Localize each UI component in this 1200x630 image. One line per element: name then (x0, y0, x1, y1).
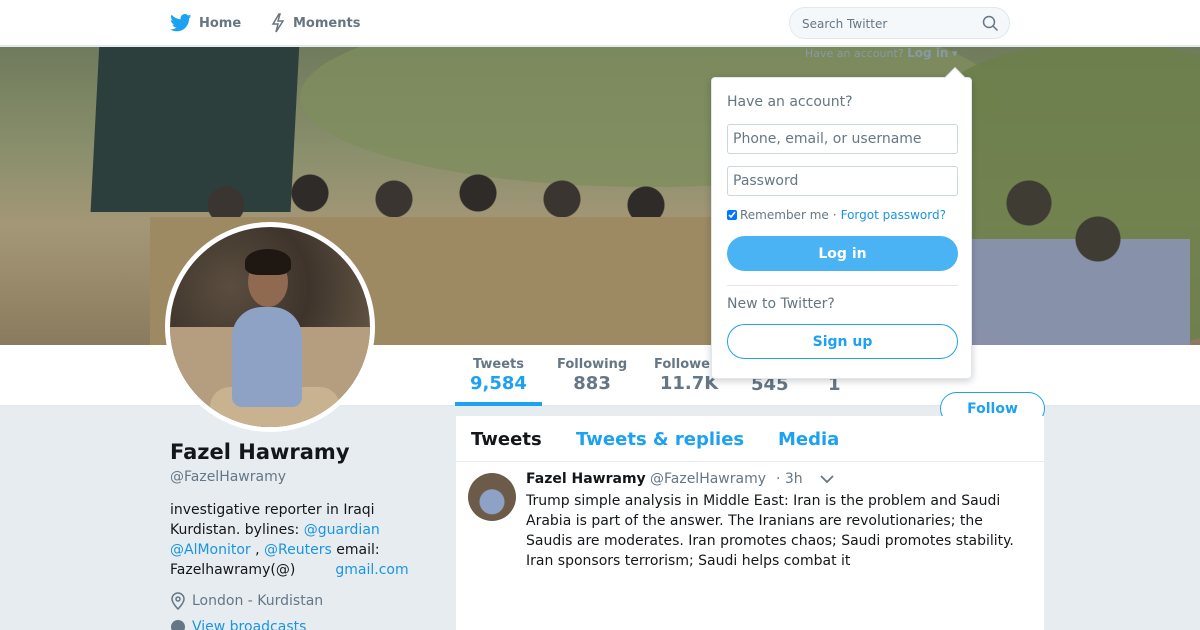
active-stat-indicator (455, 402, 542, 406)
have-account-prompt: Have an account? Log in ▾ (805, 46, 958, 60)
stat-value: 883 (573, 373, 611, 394)
password-field[interactable] (727, 166, 958, 196)
bio-link-almonitor[interactable]: @AlMonitor (170, 542, 251, 558)
bio-link-reuters[interactable]: @Reuters (264, 542, 332, 558)
separator-dot: · (832, 208, 837, 222)
dropdown-title: Have an account? (727, 94, 853, 110)
remember-checkbox[interactable] (727, 210, 737, 220)
tab-media[interactable]: Media (778, 429, 839, 450)
tab-tweets[interactable]: Tweets (471, 429, 542, 450)
stat-following[interactable]: Following 883 (557, 357, 627, 394)
nav-moments[interactable]: Moments (270, 12, 360, 34)
stat-label: Following (557, 357, 628, 372)
tweet-avatar[interactable] (468, 473, 516, 521)
top-login-link[interactable]: Log in (907, 46, 948, 60)
nav-home[interactable]: Home (170, 12, 241, 34)
stat-value: 9,584 (470, 373, 527, 394)
remember-label[interactable]: Remember me (740, 208, 829, 222)
tweet-author-name[interactable]: Fazel Hawramy (526, 471, 646, 487)
forgot-password-link[interactable]: Forgot password? (841, 208, 946, 222)
search-box (789, 7, 1010, 39)
profile-name[interactable]: Fazel Hawramy (170, 440, 350, 464)
view-broadcasts-link[interactable]: View broadcasts (170, 619, 306, 630)
chevron-down-icon: ▾ (951, 47, 958, 60)
login-dropdown: Have an account? Remember me · Forgot pa… (711, 67, 972, 379)
broadcast-icon (171, 620, 185, 630)
remember-row: Remember me · Forgot password? (727, 208, 946, 222)
bio-separator: , (250, 542, 265, 558)
chevron-down-icon[interactable] (820, 474, 834, 484)
new-to-twitter-text: New to Twitter? (727, 296, 835, 312)
tab-tweets-replies[interactable]: Tweets & replies (576, 429, 744, 450)
bio-link-guardian[interactable]: @guardian (304, 522, 380, 538)
timeline: Tweets Tweets & replies Media Fazel Hawr… (456, 416, 1044, 630)
signup-button[interactable]: Sign up (727, 324, 958, 359)
avatar[interactable] (165, 222, 375, 432)
stat-tweets[interactable]: Tweets 9,584 (470, 357, 527, 394)
search-input[interactable] (802, 14, 972, 34)
lightning-icon (271, 13, 285, 33)
divider (727, 285, 958, 286)
stat-label: Tweets (472, 357, 524, 372)
search-icon[interactable] (982, 15, 999, 32)
nav-home-label: Home (199, 15, 242, 31)
have-account-text: Have an account? (805, 47, 904, 60)
login-button[interactable]: Log in (727, 236, 958, 271)
broadcasts-text: View broadcasts (192, 619, 307, 630)
profile-handle[interactable]: @FazelHawramy (170, 469, 286, 485)
tweet-item[interactable]: Fazel Hawramy @FazelHawramy · 3h Trump s… (456, 462, 1044, 630)
profile-location: London - Kurdistan (170, 592, 323, 610)
profile-bio: investigative reporter in Iraqi Kurdista… (170, 500, 420, 580)
tweet-text: Trump simple analysis in Middle East: Ir… (526, 493, 1014, 569)
twitter-bird-icon (170, 14, 192, 32)
location-text: London - Kurdistan (192, 593, 324, 609)
top-nav-bar: Home Moments (0, 0, 1200, 46)
tweet-timestamp[interactable]: · 3h (776, 471, 803, 487)
location-pin-icon (171, 592, 185, 610)
nav-moments-label: Moments (293, 15, 361, 31)
username-field[interactable] (727, 124, 958, 154)
bio-link-gmail[interactable]: gmail.com (335, 562, 408, 578)
tweet-author-handle[interactable]: @FazelHawramy (650, 471, 766, 487)
timeline-tabs: Tweets Tweets & replies Media (456, 416, 1044, 462)
